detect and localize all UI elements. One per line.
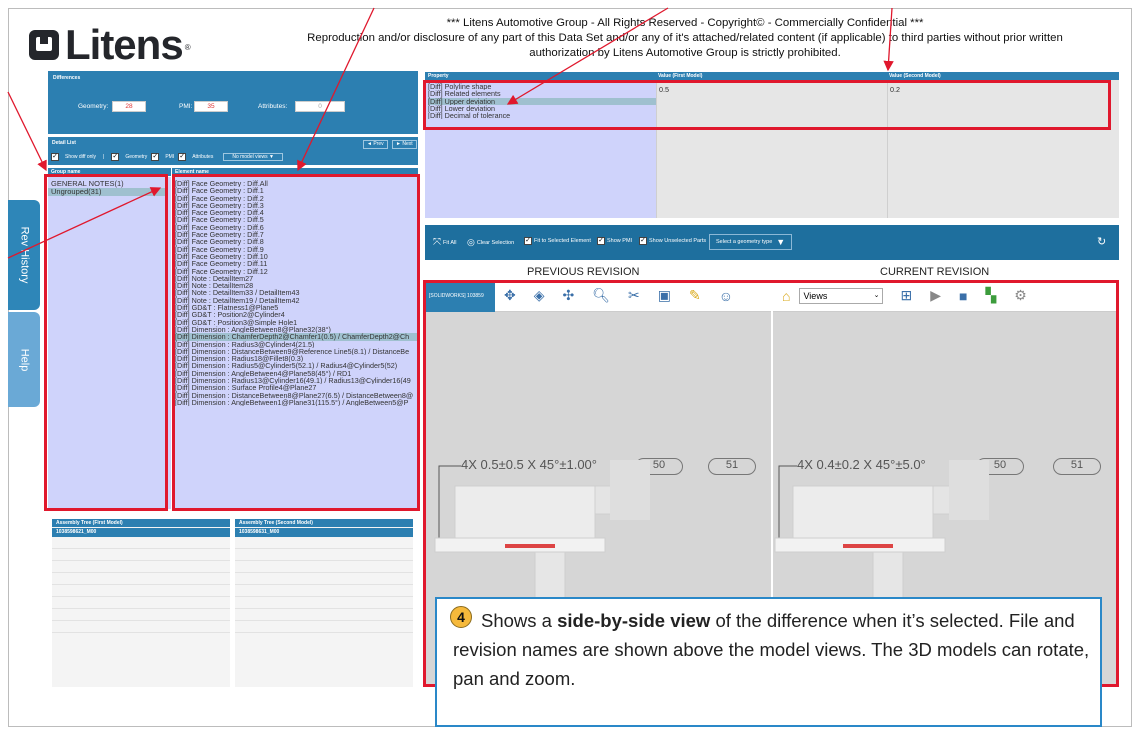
callout-box: 4 Shows a side-by-side view of the diffe… <box>435 597 1102 727</box>
callout-text-pre: Shows a <box>481 610 558 631</box>
callout-text-bold: side-by-side view <box>557 610 711 631</box>
callout-text: Shows a side-by-side view of the differe… <box>453 606 1093 693</box>
